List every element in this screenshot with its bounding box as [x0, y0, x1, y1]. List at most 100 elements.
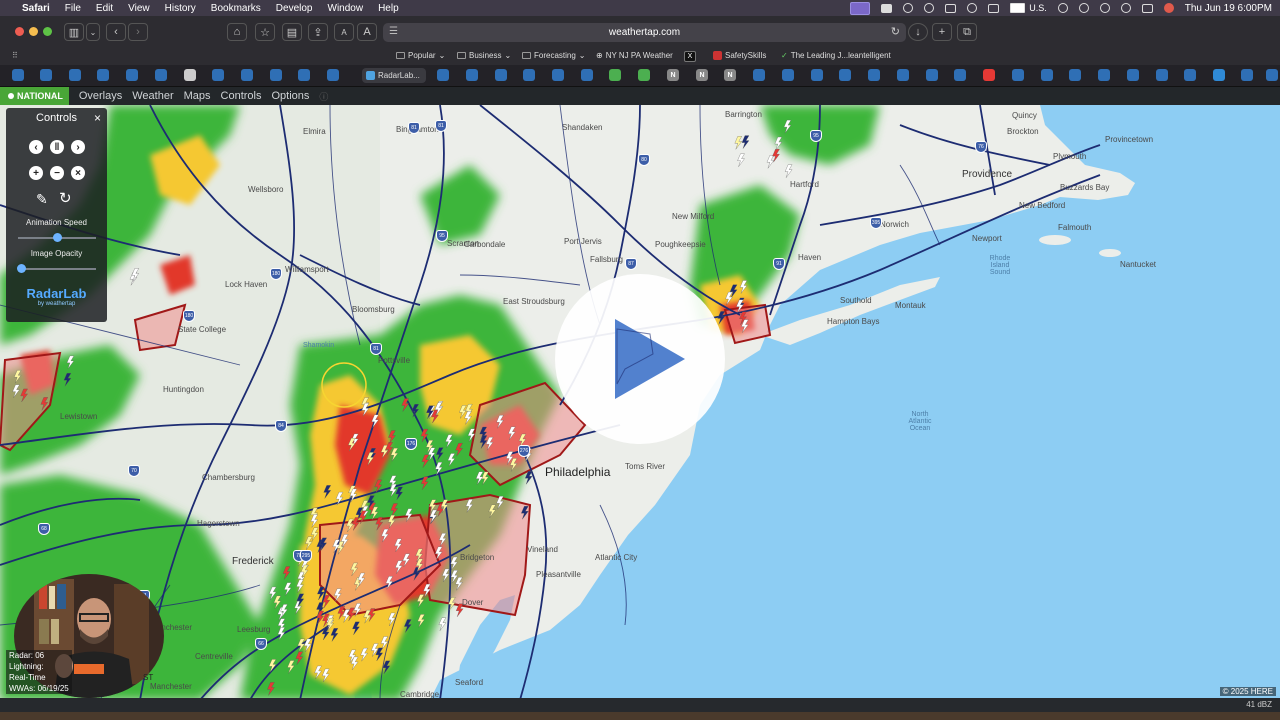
url-text[interactable]: weathertap.com	[609, 27, 680, 38]
tab-favicon[interactable]	[327, 69, 339, 81]
tab-favicon[interactable]: N	[724, 69, 736, 81]
tab-favicon[interactable]	[811, 69, 823, 81]
close-icon[interactable]: ×	[94, 111, 101, 125]
tab-favicon[interactable]	[983, 69, 995, 81]
tab-favicon[interactable]	[495, 69, 507, 81]
star-icon[interactable]: ☆	[255, 23, 275, 41]
tab-favicon[interactable]	[1184, 69, 1196, 81]
tab-favicon[interactable]	[581, 69, 593, 81]
tab-favicon[interactable]	[298, 69, 310, 81]
tab-favicon[interactable]	[1213, 69, 1225, 81]
tab-favicon[interactable]	[954, 69, 966, 81]
menu-clock[interactable]: Thu Jun 19 6:00PM	[1185, 3, 1272, 14]
tab-group-chevron-icon[interactable]: ⌄	[86, 23, 100, 41]
favorite-forecasting[interactable]: Forecasting ⌄	[522, 51, 586, 60]
moon-icon[interactable]	[967, 3, 978, 13]
nav-options[interactable]: Options	[271, 90, 309, 102]
printer-icon[interactable]: ▤	[282, 23, 302, 41]
refresh-icon[interactable]: ↻	[59, 189, 72, 207]
tab-favicon[interactable]	[753, 69, 765, 81]
tab-favicon[interactable]	[782, 69, 794, 81]
animation-speed-handle[interactable]	[52, 233, 62, 242]
tab-favicon[interactable]	[552, 69, 564, 81]
reload-icon[interactable]: ↻	[891, 25, 900, 38]
tab-favicon[interactable]	[926, 69, 938, 81]
tab-favicon[interactable]	[1241, 69, 1253, 81]
menu-file[interactable]: File	[65, 3, 81, 14]
tab-favicon[interactable]	[97, 69, 109, 81]
tab-favicon[interactable]	[241, 69, 253, 81]
nav-controls[interactable]: Controls	[221, 90, 262, 102]
favorite-safetyskills[interactable]: SafetySkills	[713, 51, 766, 60]
image-opacity-slider[interactable]	[17, 264, 96, 273]
tab-favicon[interactable]	[437, 69, 449, 81]
favorite-leading-j[interactable]: ✓ The Leading J...leantelligent	[781, 51, 891, 60]
address-bar[interactable]: ☰ weathertap.com ↻	[383, 23, 906, 42]
nav-weather[interactable]: Weather	[132, 90, 173, 102]
tab-favicon[interactable]	[1127, 69, 1139, 81]
pause-button[interactable]: ‖	[50, 140, 64, 154]
siri-icon[interactable]	[1163, 3, 1174, 13]
menu-bookmarks[interactable]: Bookmarks	[211, 3, 261, 14]
gear-icon[interactable]	[903, 3, 914, 13]
zoom-out-button[interactable]: −	[50, 166, 64, 180]
tab-favicon[interactable]	[270, 69, 282, 81]
sidebar-toggle-icon[interactable]: ▥	[64, 23, 84, 41]
tab-favicon[interactable]	[1266, 69, 1278, 81]
zoom-in-button[interactable]: +	[29, 166, 43, 180]
tab-favicon[interactable]	[466, 69, 478, 81]
home-icon[interactable]: ⌂	[227, 23, 247, 41]
menu-window[interactable]: Window	[328, 3, 364, 14]
back-button[interactable]: ‹	[106, 23, 126, 41]
us-flag-icon[interactable]	[1010, 3, 1026, 13]
mute-icon[interactable]	[988, 3, 1000, 13]
tab-favicon[interactable]	[523, 69, 535, 81]
tab-favicon[interactable]	[12, 69, 24, 81]
font-larger-button[interactable]: A	[357, 23, 377, 41]
stack-icon[interactable]	[945, 3, 957, 13]
tab-favicon[interactable]	[609, 69, 621, 81]
wifi-icon[interactable]	[1078, 3, 1089, 13]
menu-view[interactable]: View	[128, 3, 150, 14]
minimize-window-button[interactable]	[29, 27, 38, 36]
tab-favicon[interactable]	[638, 69, 650, 81]
menu-develop[interactable]: Develop	[276, 3, 313, 14]
step-forward-button[interactable]: ›	[71, 140, 85, 154]
tab-favicon[interactable]	[897, 69, 909, 81]
tab-overview-icon[interactable]: ⧉	[957, 23, 977, 41]
user-icon[interactable]	[1057, 3, 1068, 13]
apps-grid-icon[interactable]: ⠿	[12, 51, 18, 60]
favorite-business[interactable]: Business ⌄	[457, 51, 511, 60]
clear-button[interactable]: ×	[71, 166, 85, 180]
page-settings-icon[interactable]: ☰	[389, 26, 398, 37]
menu-help[interactable]: Help	[378, 3, 399, 14]
tab-favicon[interactable]	[69, 69, 81, 81]
dictionary-icon[interactable]	[881, 3, 893, 13]
tab-favicon[interactable]	[1098, 69, 1110, 81]
tab-favicon[interactable]	[1041, 69, 1053, 81]
new-tab-button[interactable]: +	[932, 23, 952, 41]
video-play-button[interactable]	[555, 274, 725, 444]
favorite-x[interactable]: X	[684, 51, 696, 62]
favorite-popular[interactable]: Popular ⌄	[396, 51, 445, 60]
animation-speed-slider[interactable]	[18, 233, 96, 242]
tab-favicon[interactable]	[40, 69, 52, 81]
nav-overlays[interactable]: Overlays	[79, 90, 122, 102]
menu-edit[interactable]: Edit	[96, 3, 113, 14]
tab-favicon[interactable]	[155, 69, 167, 81]
tab-favicon[interactable]	[126, 69, 138, 81]
tab-favicon[interactable]	[184, 69, 196, 81]
nav-maps[interactable]: Maps	[184, 90, 211, 102]
tab-favicon[interactable]: N	[667, 69, 679, 81]
tab-favicon[interactable]	[1012, 69, 1024, 81]
search-icon[interactable]	[1120, 3, 1131, 13]
downloads-icon[interactable]: ↓	[908, 23, 928, 41]
forward-button[interactable]: ›	[128, 23, 148, 41]
menu-app-name[interactable]: Safari	[22, 3, 50, 14]
control-center-icon[interactable]	[1141, 3, 1153, 13]
screen-record-icon[interactable]	[850, 1, 871, 15]
font-smaller-button[interactable]: A	[334, 23, 354, 41]
image-opacity-handle[interactable]	[17, 264, 27, 273]
time-machine-icon[interactable]	[1099, 3, 1110, 13]
step-back-button[interactable]: ‹	[29, 140, 43, 154]
